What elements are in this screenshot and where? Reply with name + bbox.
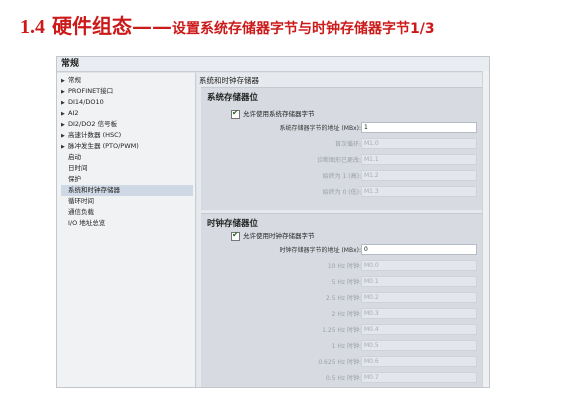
- system-bit-field: M1.2: [361, 170, 477, 181]
- clock-memory-address-input[interactable]: 0: [361, 244, 477, 255]
- nav-item-hsc[interactable]: ▶ 高速计数器 (HSC): [61, 130, 121, 141]
- clock-bit-field: M0.7: [361, 372, 477, 383]
- system-bit-field: M1.1: [361, 154, 477, 165]
- clock-memory-title: 时钟存储器位: [207, 219, 259, 229]
- enable-system-memory-checkbox[interactable]: ✔ 允许使用系统存储器字节: [231, 108, 315, 119]
- system-memory-title: 系统存储器位: [207, 93, 259, 103]
- clock-memory-address-row: 时钟存储器字节的地址 (MBx): 0: [201, 244, 485, 256]
- clock-bit-row: 2 Hz 时钟: M0.3: [201, 308, 485, 320]
- clock-bit-row: 10 Hz 时钟: M0.0: [201, 260, 485, 272]
- slide-title-main: 硬件组态——: [45, 14, 172, 38]
- nav-item-ai2[interactable]: ▶ AI2: [61, 108, 79, 119]
- clock-bit-row: 1.25 Hz 时钟: M0.4: [201, 324, 485, 336]
- slide-title: 1.4 硬件组态——设置系统存储器字节与时钟存储器字节1/3: [20, 10, 435, 39]
- nav-item-cycle-time[interactable]: 循环时间: [61, 196, 94, 207]
- clock-bit-row: 5 Hz 时钟: M0.1: [201, 276, 485, 288]
- checkmark-icon: ✔: [232, 229, 239, 239]
- checkbox-box[interactable]: ✔: [231, 229, 240, 241]
- nav-item-time-of-day[interactable]: 日时间: [61, 163, 88, 174]
- slide-title-number: 1.4: [20, 16, 45, 38]
- system-bit-field: M1.3: [361, 186, 477, 197]
- nav-item-comm-load[interactable]: 通信负载: [61, 207, 94, 218]
- vertical-scrollbar[interactable]: [482, 71, 489, 387]
- system-bit-row: 始终为 0 (低): M1.3: [201, 186, 485, 198]
- slide-title-rest: 设置系统存储器字节与时钟存储器字节1/3: [171, 21, 435, 37]
- section-title: 系统和时钟存储器: [199, 76, 259, 85]
- clock-bit-field: M0.6: [361, 356, 477, 367]
- nav-item-di14-do10[interactable]: ▶ DI14/DO10: [61, 97, 104, 108]
- nav-item-profinet[interactable]: ▶ PROFINET接口: [61, 86, 113, 97]
- clock-bit-row: 2.5 Hz 时钟: M0.2: [201, 292, 485, 304]
- system-memory-address-label: 系统存储器字节的地址 (MBx):: [279, 125, 361, 132]
- system-memory-panel: 系统存储器位 ✔ 允许使用系统存储器字节 系统存储器字节的地址 (MBx): 1 …: [201, 87, 485, 210]
- nav-item-protection[interactable]: 保护: [61, 174, 81, 185]
- clock-bit-field: M0.0: [361, 260, 477, 271]
- clock-memory-panel: 时钟存储器位 ✔ 允许使用时钟存储器字节 时钟存储器字节的地址 (MBx): 0 …: [201, 213, 485, 387]
- system-memory-address-input[interactable]: 1: [361, 122, 477, 133]
- navigation-tree: ▶ 常规 ▶ PROFINET接口 ▶ DI14/DO10 ▶ AI2 ▶ DI2/DO2…: [57, 73, 196, 387]
- system-bit-field: M1.0: [361, 138, 477, 149]
- properties-window: 常规 ▶ 常规 ▶ PROFINET接口 ▶ DI14/DO10 ▶ AI2 ▶ DI2/…: [56, 56, 490, 388]
- system-bit-row: 首次循环: M1.0: [201, 138, 485, 150]
- checkmark-icon: ✔: [232, 107, 239, 117]
- clock-memory-address-label: 时钟存储器字节的地址 (MBx):: [279, 247, 361, 254]
- system-bit-row: 诊断图形已更改: M1.1: [201, 154, 485, 166]
- nav-item-general[interactable]: ▶ 常规: [61, 75, 81, 86]
- nav-item-startup[interactable]: 启动: [61, 152, 81, 163]
- nav-item-system-clock-memory[interactable]: 系统和时钟存储器: [61, 185, 193, 196]
- clock-bit-row: 0.5 Hz 时钟: M0.7: [201, 372, 485, 384]
- system-bit-row: 始终为 1 (高): M1.2: [201, 170, 485, 182]
- nav-item-io-overview[interactable]: I/O 地址总览: [61, 218, 105, 229]
- clock-bit-field: M0.3: [361, 308, 477, 319]
- clock-bit-field: M0.1: [361, 276, 477, 287]
- clock-bit-field: M0.4: [361, 324, 477, 335]
- enable-clock-memory-checkbox[interactable]: ✔ 允许使用时钟存储器字节: [231, 230, 315, 241]
- system-memory-address-row: 系统存储器字节的地址 (MBx): 1: [201, 122, 485, 134]
- window-header: 常规: [57, 57, 489, 72]
- clock-bit-field: M0.5: [361, 340, 477, 351]
- nav-item-signal-board[interactable]: ▶ DI2/DO2 信号板: [61, 119, 117, 130]
- checkbox-box[interactable]: ✔: [231, 107, 240, 119]
- clock-bit-row: 0.625 Hz 时钟: M0.6: [201, 356, 485, 368]
- nav-item-pulse-generator[interactable]: ▶ 脉冲发生器 (PTO/PWM): [61, 141, 139, 152]
- settings-content: 系统和时钟存储器 系统存储器位 ✔ 允许使用系统存储器字节 系统存储器字节的地址 …: [197, 73, 489, 387]
- clock-bit-field: M0.2: [361, 292, 477, 303]
- clock-bit-row: 1 Hz 时钟: M0.5: [201, 340, 485, 352]
